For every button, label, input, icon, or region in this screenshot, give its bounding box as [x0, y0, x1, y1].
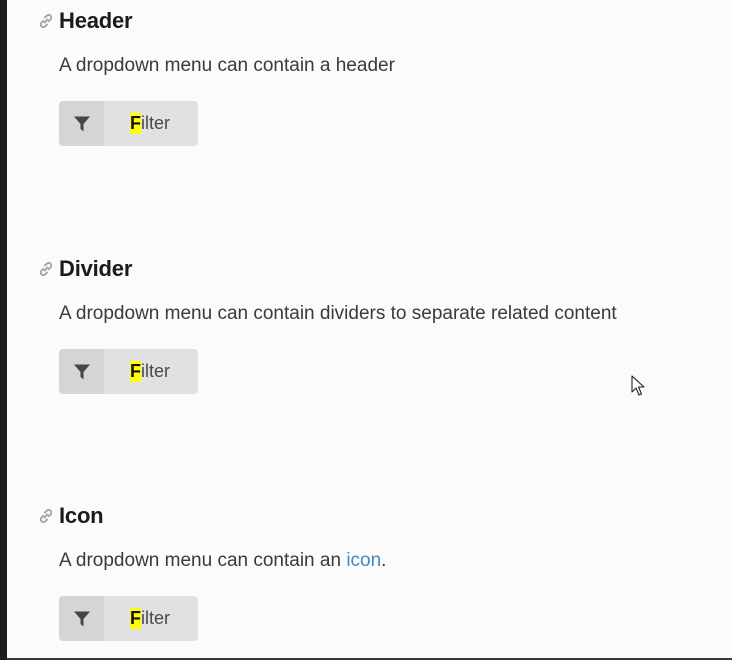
filter-label-rest: ilter [141, 113, 171, 133]
filter-dropdown-button[interactable]: Filter [59, 349, 198, 394]
section-title: Icon [59, 503, 104, 528]
filter-dropdown-button[interactable]: Filter [59, 596, 198, 641]
filter-label-rest: ilter [141, 608, 171, 628]
filter-button-label: Filter [104, 101, 198, 146]
description-text: A dropdown menu can contain an [59, 550, 347, 571]
search-highlight: F [130, 361, 141, 382]
filter-icon [59, 596, 104, 641]
section-heading: Divider [37, 255, 717, 283]
section-heading: Header [37, 7, 717, 35]
filter-button-label: Filter [104, 596, 198, 641]
mouse-cursor-icon [631, 375, 645, 396]
link-icon[interactable] [37, 260, 55, 278]
link-icon[interactable] [37, 12, 55, 30]
window-left-border [0, 0, 7, 660]
filter-icon [59, 101, 104, 146]
section-divider-example: Divider A dropdown menu can contain divi… [37, 255, 717, 394]
description-suffix: . [381, 550, 387, 571]
section-title: Divider [59, 256, 133, 281]
section-description: A dropdown menu can contain dividers to … [59, 303, 617, 324]
section-description: A dropdown menu can contain an icon. [59, 549, 717, 573]
section-icon-example: Icon A dropdown menu can contain an icon… [37, 502, 717, 641]
section-title: Header [59, 8, 133, 33]
icon-docs-link[interactable]: icon [346, 550, 381, 571]
filter-button-label: Filter [104, 349, 198, 394]
section-header-example: Header A dropdown menu can contain a hea… [37, 7, 717, 146]
filter-icon [59, 349, 104, 394]
search-highlight: F [130, 113, 141, 134]
link-icon[interactable] [37, 507, 55, 525]
filter-label-rest: ilter [141, 361, 171, 381]
section-heading: Icon [37, 502, 717, 530]
filter-dropdown-button[interactable]: Filter [59, 101, 198, 146]
search-highlight: F [130, 608, 141, 629]
section-description: A dropdown menu can contain a header [59, 55, 395, 76]
